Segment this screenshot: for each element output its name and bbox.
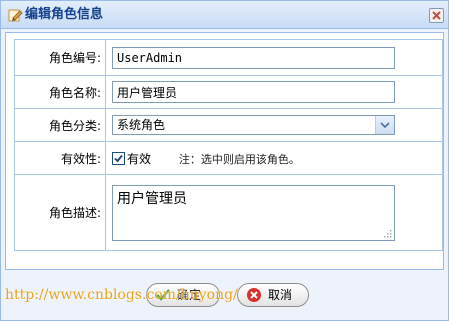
cancel-label: 取消 xyxy=(268,288,293,302)
resize-grip-icon[interactable] xyxy=(383,229,392,238)
role-category-value: 系统角色 xyxy=(117,118,166,132)
active-checkbox[interactable] xyxy=(112,151,125,165)
active-checkbox-label: 有效 xyxy=(127,151,152,166)
watermark-text: http://www.cnblogs.com/huyong/ xyxy=(5,287,238,303)
edit-role-dialog: 编辑角色信息 角色编号: 角色名称: 角色分类: xyxy=(0,0,449,321)
close-icon xyxy=(432,11,441,20)
description-textarea[interactable]: 用户管理员 xyxy=(112,184,395,241)
role-category-label: 角色分类: xyxy=(14,108,106,142)
edit-icon xyxy=(7,7,23,23)
role-code-input[interactable] xyxy=(112,46,395,69)
active-note: 注：选中则启用该角色。 xyxy=(178,152,300,166)
active-label: 有效性: xyxy=(14,141,106,175)
cancel-icon xyxy=(247,288,261,302)
dialog-title: 编辑角色信息 xyxy=(25,7,104,22)
form-panel: 角色编号: 角色名称: 角色分类: 系统角色 xyxy=(5,32,444,270)
role-category-select[interactable]: 系统角色 xyxy=(112,115,395,135)
dialog-titlebar[interactable]: 编辑角色信息 xyxy=(1,1,448,29)
chevron-down-icon xyxy=(380,122,390,129)
cancel-button[interactable]: 取消 xyxy=(237,283,309,307)
description-label: 角色描述: xyxy=(14,174,106,251)
dropdown-arrow[interactable] xyxy=(375,116,394,134)
close-button[interactable] xyxy=(429,8,444,23)
role-code-label: 角色编号: xyxy=(14,39,106,76)
role-name-input[interactable] xyxy=(112,81,395,103)
role-form: 角色编号: 角色名称: 角色分类: 系统角色 xyxy=(14,39,443,251)
checkmark-icon xyxy=(114,154,123,162)
role-name-label: 角色名称: xyxy=(14,75,106,109)
description-text: 用户管理员 xyxy=(117,190,187,207)
